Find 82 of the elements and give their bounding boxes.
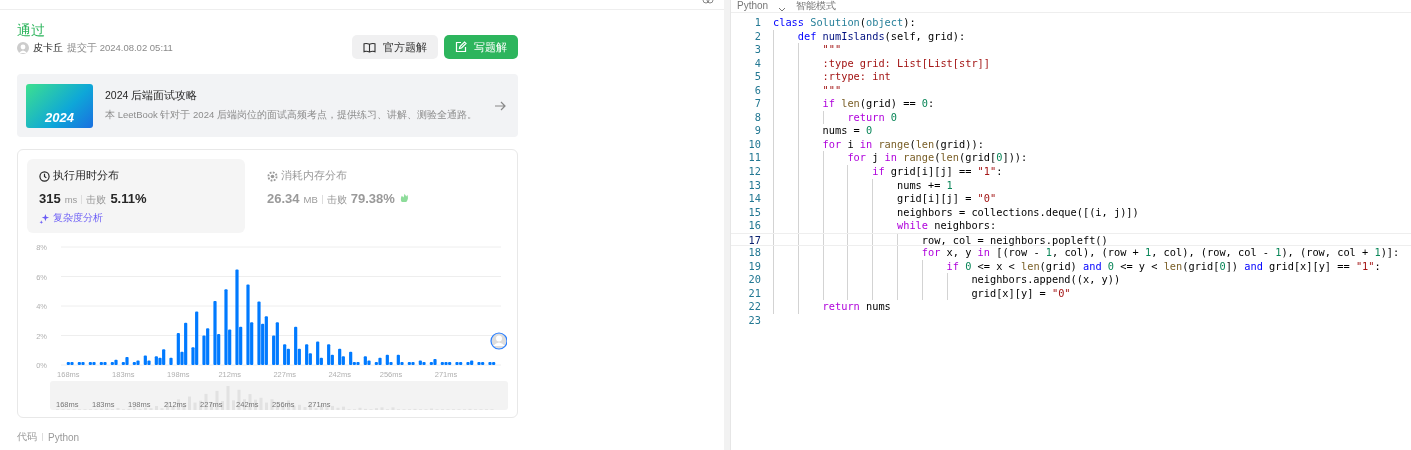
beat-label: 击败 bbox=[326, 194, 347, 207]
chevron-down-icon bbox=[778, 7, 787, 12]
code-line: neighbors = collections.deque([(i, j)]) bbox=[896, 205, 1139, 220]
clap-icon bbox=[398, 192, 410, 203]
official-solution-button[interactable]: 官方题解 bbox=[352, 35, 438, 59]
line-number: 7 bbox=[753, 97, 761, 111]
code-line: neighbors.append((x, y)) bbox=[970, 273, 1121, 287]
line-number: 3 bbox=[753, 43, 761, 57]
promo-card[interactable]: 2024 2024 后端面试攻略 本 LeetBook 针对于 2024 后端岗位的面试高频考点，提供练习、讲解、测验全通路。 bbox=[17, 74, 518, 137]
stat-value: 315 bbox=[39, 191, 61, 206]
line-number: 11 bbox=[747, 151, 761, 165]
line-number: 9 bbox=[753, 124, 761, 138]
code-line: if len(grid) == 0: bbox=[821, 97, 935, 111]
status-text: 通过 bbox=[17, 21, 46, 40]
language-select[interactable]: Python bbox=[737, 0, 769, 12]
book-icon bbox=[363, 41, 376, 53]
line-number: 15 bbox=[747, 205, 761, 220]
promo-title: 2024 后端面试攻略 bbox=[105, 89, 199, 103]
line-number: 14 bbox=[747, 192, 761, 206]
stat-title: 消耗内存分布 bbox=[281, 169, 347, 183]
line-number: 5 bbox=[753, 70, 761, 84]
line-number: 1 bbox=[753, 16, 761, 30]
stat-unit: MB bbox=[303, 194, 318, 205]
line-number: 8 bbox=[753, 110, 761, 125]
book-cover: 2024 bbox=[26, 83, 93, 128]
line-number: 23 bbox=[747, 314, 761, 328]
complexity-analysis-link[interactable]: 复杂度分析 bbox=[39, 211, 233, 225]
avatar-icon bbox=[17, 42, 29, 54]
line-number: 10 bbox=[747, 137, 761, 152]
code-line: for x, y in [(row - 1, col), (row + 1, col), (row, col - 1), (row, col + 1)]: bbox=[920, 246, 1400, 260]
code-line: """ bbox=[821, 43, 842, 57]
line-number: 12 bbox=[747, 165, 761, 179]
stat-tab[interactable]: 执行用时分布 315 ms 击败 5.11% 复杂度分析 bbox=[27, 159, 245, 233]
smart-mode-toggle[interactable]: 智能模式 bbox=[796, 0, 837, 12]
code-line: grid[i][j] = "0" bbox=[896, 192, 997, 206]
code-line: grid[x][y] = "0" bbox=[970, 286, 1071, 301]
code-line: class Solution(object): bbox=[773, 16, 916, 30]
promo-description: 本 LeetBook 针对于 2024 后端岗位的面试高频考点，提供练习、讲解、测验全通路。 bbox=[105, 109, 478, 122]
user-avatar-icon bbox=[490, 332, 507, 350]
code-line: for i in range(len(grid)): bbox=[821, 137, 984, 152]
code-line: row, col = neighbors.popleft() bbox=[920, 233, 1108, 246]
code-line: """ bbox=[821, 83, 842, 98]
chip-icon bbox=[267, 170, 278, 182]
stat-title: 执行用时分布 bbox=[53, 169, 119, 183]
line-number: 20 bbox=[747, 273, 761, 287]
beat-percent: 5.11% bbox=[110, 191, 147, 206]
line-number: 21 bbox=[747, 286, 761, 301]
line-number: 6 bbox=[753, 83, 761, 98]
line-number: 17 bbox=[747, 233, 761, 246]
write-solution-button[interactable]: 写题解 bbox=[444, 35, 518, 59]
chart-bar bbox=[169, 357, 173, 365]
line-number: 18 bbox=[747, 246, 761, 260]
code-line: nums = 0 bbox=[821, 124, 873, 138]
submit-time: 提交于 2024.08.02 05:11 bbox=[67, 41, 173, 55]
beat-label: 击败 bbox=[86, 194, 107, 207]
code-line: :rtype: int bbox=[821, 70, 891, 84]
code-line: while neighbors: bbox=[896, 219, 997, 233]
code-line: def numIslands(self, grid): bbox=[796, 29, 966, 44]
code-line: for j in range(len(grid[0])): bbox=[846, 151, 1028, 165]
line-number: 2 bbox=[753, 29, 761, 44]
line-number: 22 bbox=[747, 300, 761, 315]
code-line: return nums bbox=[821, 300, 891, 315]
line-number: 16 bbox=[747, 219, 761, 233]
edit-icon bbox=[455, 41, 467, 53]
sparkle-icon bbox=[39, 212, 50, 224]
code-line: if grid[i][j] == "1": bbox=[871, 165, 1003, 179]
stat-value: 26.34 bbox=[267, 191, 300, 206]
user-name: 皮卡丘 bbox=[33, 41, 63, 55]
line-number: 13 bbox=[747, 178, 761, 193]
stat-unit: ms bbox=[64, 194, 78, 205]
code-label: 代码 bbox=[17, 430, 37, 444]
code-line: nums += 1 bbox=[896, 178, 953, 193]
code-line: return 0 bbox=[846, 110, 897, 125]
language-label: Python bbox=[48, 431, 80, 443]
beat-percent: 79.38% bbox=[350, 191, 395, 206]
line-number: 4 bbox=[753, 56, 761, 71]
stat-tab[interactable]: 消耗内存分布 26.34 MB 击败 79.38% bbox=[255, 159, 473, 233]
line-number: 19 bbox=[747, 259, 761, 274]
clock-icon bbox=[39, 170, 50, 182]
arrow-right-icon bbox=[494, 99, 506, 112]
code-line: if 0 <= x < len(grid) and 0 <= y < len(grid[0]) and grid[x][y] == "1": bbox=[945, 259, 1381, 274]
code-line: :type grid: List[List[str]] bbox=[821, 56, 990, 71]
